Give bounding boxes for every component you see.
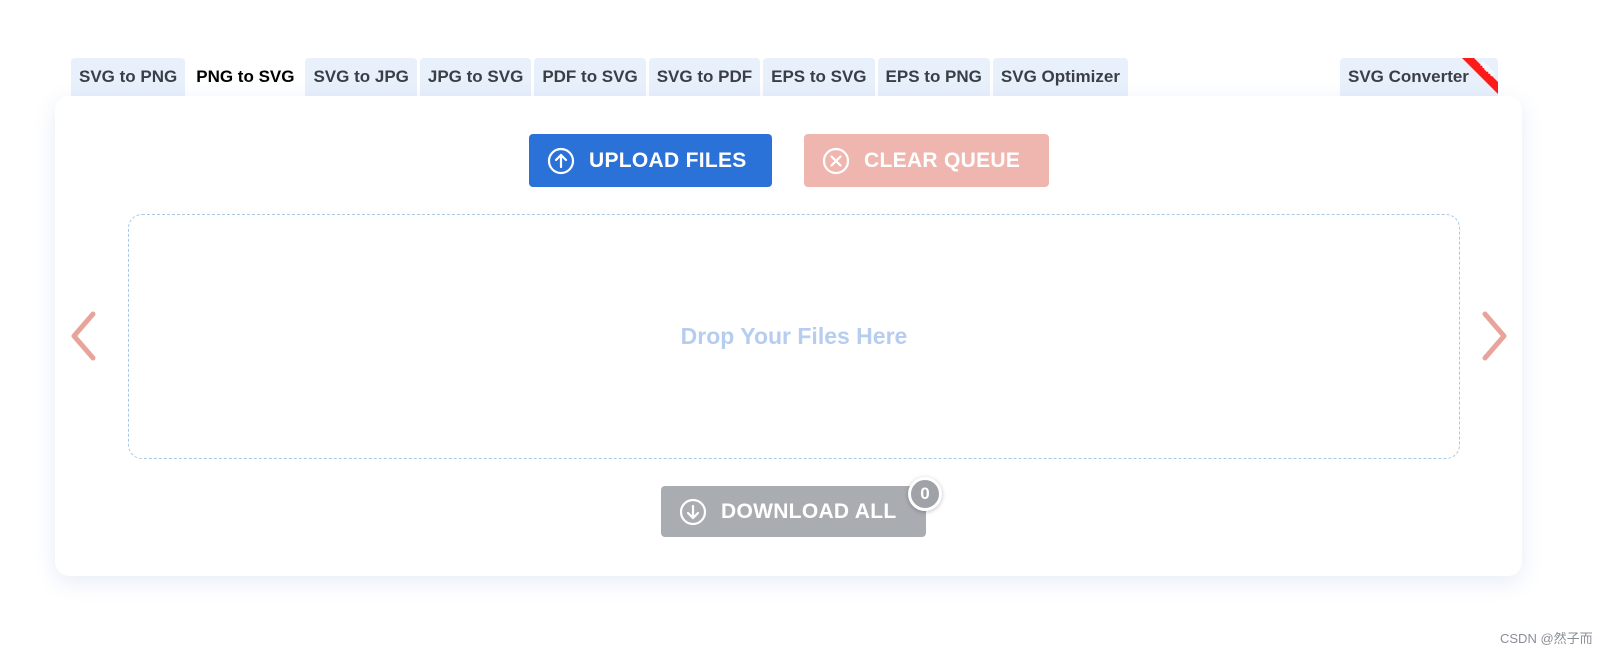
x-circle-icon [822,147,850,174]
clear-queue-label: CLEAR QUEUE [864,148,1021,172]
arrow-up-circle-icon [547,147,575,174]
tab-jpg-to-svg[interactable]: JPG to SVG [419,58,532,96]
tab-svg-to-jpg[interactable]: SVG to JPG [305,58,417,96]
new-ribbon-text: NEW [1478,60,1497,79]
tab-pdf-to-svg[interactable]: PDF to SVG [534,58,646,96]
file-dropzone[interactable]: Drop Your Files Here [128,214,1460,459]
watermark-text: CSDN @然子而 [1500,631,1593,646]
download-count-badge: 0 [908,477,942,511]
tab-svg-to-png[interactable]: SVG to PNG [71,58,186,96]
tab-png-to-svg[interactable]: PNG to SVG [188,58,303,96]
converter-app: SVG to PNG PNG to SVG SVG to JPG JPG to … [0,0,1605,655]
download-all-button[interactable]: DOWNLOAD ALL [661,486,926,537]
arrow-down-circle-icon [679,498,707,525]
tab-eps-to-png[interactable]: EPS to PNG [877,58,990,96]
tab-svg-converter-label: SVG Converter [1348,67,1469,86]
upload-card: UPLOAD FILES CLEAR QUEUE Drop Your Files… [55,96,1522,576]
tab-svg-to-pdf[interactable]: SVG to PDF [648,58,761,96]
tab-svg-optimizer[interactable]: SVG Optimizer [992,58,1128,96]
clear-queue-button[interactable]: CLEAR QUEUE [804,134,1049,187]
chevron-right-icon[interactable] [1478,310,1510,362]
tab-svg-converter[interactable]: SVG Converter NEW [1340,58,1498,96]
upload-files-button[interactable]: UPLOAD FILES [529,134,772,187]
chevron-left-icon[interactable] [68,310,100,362]
dropzone-text: Drop Your Files Here [680,323,908,349]
converter-tabs: SVG to PNG PNG to SVG SVG to JPG JPG to … [71,58,1128,96]
upload-files-label: UPLOAD FILES [589,148,747,172]
tab-eps-to-svg[interactable]: EPS to SVG [763,58,875,96]
download-all-label: DOWNLOAD ALL [721,499,897,523]
